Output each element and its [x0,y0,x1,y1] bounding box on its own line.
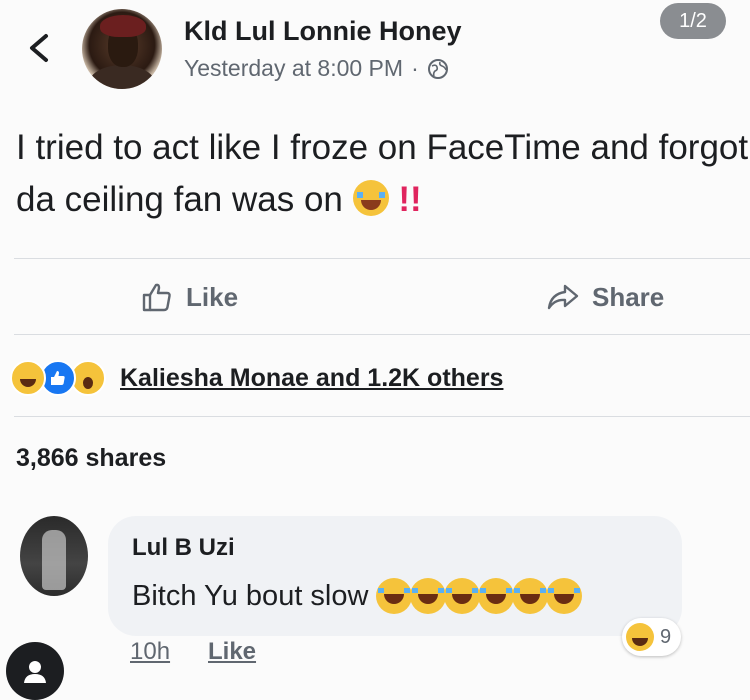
reactors-link[interactable]: Kaliesha Monae and 1.2K others [120,364,503,393]
laughing-face-icon [410,578,447,614]
author-avatar[interactable] [82,9,162,89]
divider [14,258,750,259]
share-arrow-icon [547,284,579,310]
post-author-name[interactable]: Kld Lul Lonnie Honey [184,16,462,47]
haha-reaction-icon [626,623,654,651]
haha-reaction-icon [10,360,46,396]
like-button[interactable]: Like [140,280,238,314]
like-label: Like [186,281,239,312]
comment-timestamp[interactable]: 10h [130,638,170,666]
thumbs-up-icon [51,371,65,385]
laughing-face-icon [546,578,583,614]
comment-text: Bitch Yu bout slow [132,579,369,612]
reactions-summary[interactable]: Kaliesha Monae and 1.2K others [10,360,503,396]
thumbs-up-icon [142,283,171,312]
commenter-avatar[interactable] [20,516,88,596]
laughing-face-icon [376,578,413,614]
globe-icon [427,58,448,79]
crying-face-icon [352,180,389,216]
laughing-face-icon [478,578,515,614]
shares-count[interactable]: 3,866 shares [16,444,166,473]
person-icon [24,661,46,683]
meta-separator: · [411,55,419,81]
laughing-face-icon [444,578,481,614]
commenter-name[interactable]: Lul B Uzi [132,534,235,562]
double-exclamation: !! [398,180,422,219]
divider [14,334,750,335]
comment-reaction-count: 9 [660,625,672,648]
laughing-face-icon [512,578,549,614]
laughing-emoji-group [376,578,583,614]
share-button[interactable]: Share [546,280,664,314]
post-meta: Yesterday at 8:00 PM · [184,55,449,82]
back-chevron-icon[interactable] [22,30,58,66]
image-pager-badge: 1/2 [660,3,726,39]
divider [14,416,750,417]
post-body: I tried to act like I froze on FaceTime … [16,122,750,226]
comment-like-button[interactable]: Like [208,638,256,666]
comment-body: Bitch Yu bout slow [132,578,583,614]
comment-reaction-badge[interactable]: 9 [622,618,682,656]
post-timestamp[interactable]: Yesterday at 8:00 PM [184,55,403,82]
profile-fab-button[interactable] [6,642,64,700]
share-label: Share [592,281,665,312]
